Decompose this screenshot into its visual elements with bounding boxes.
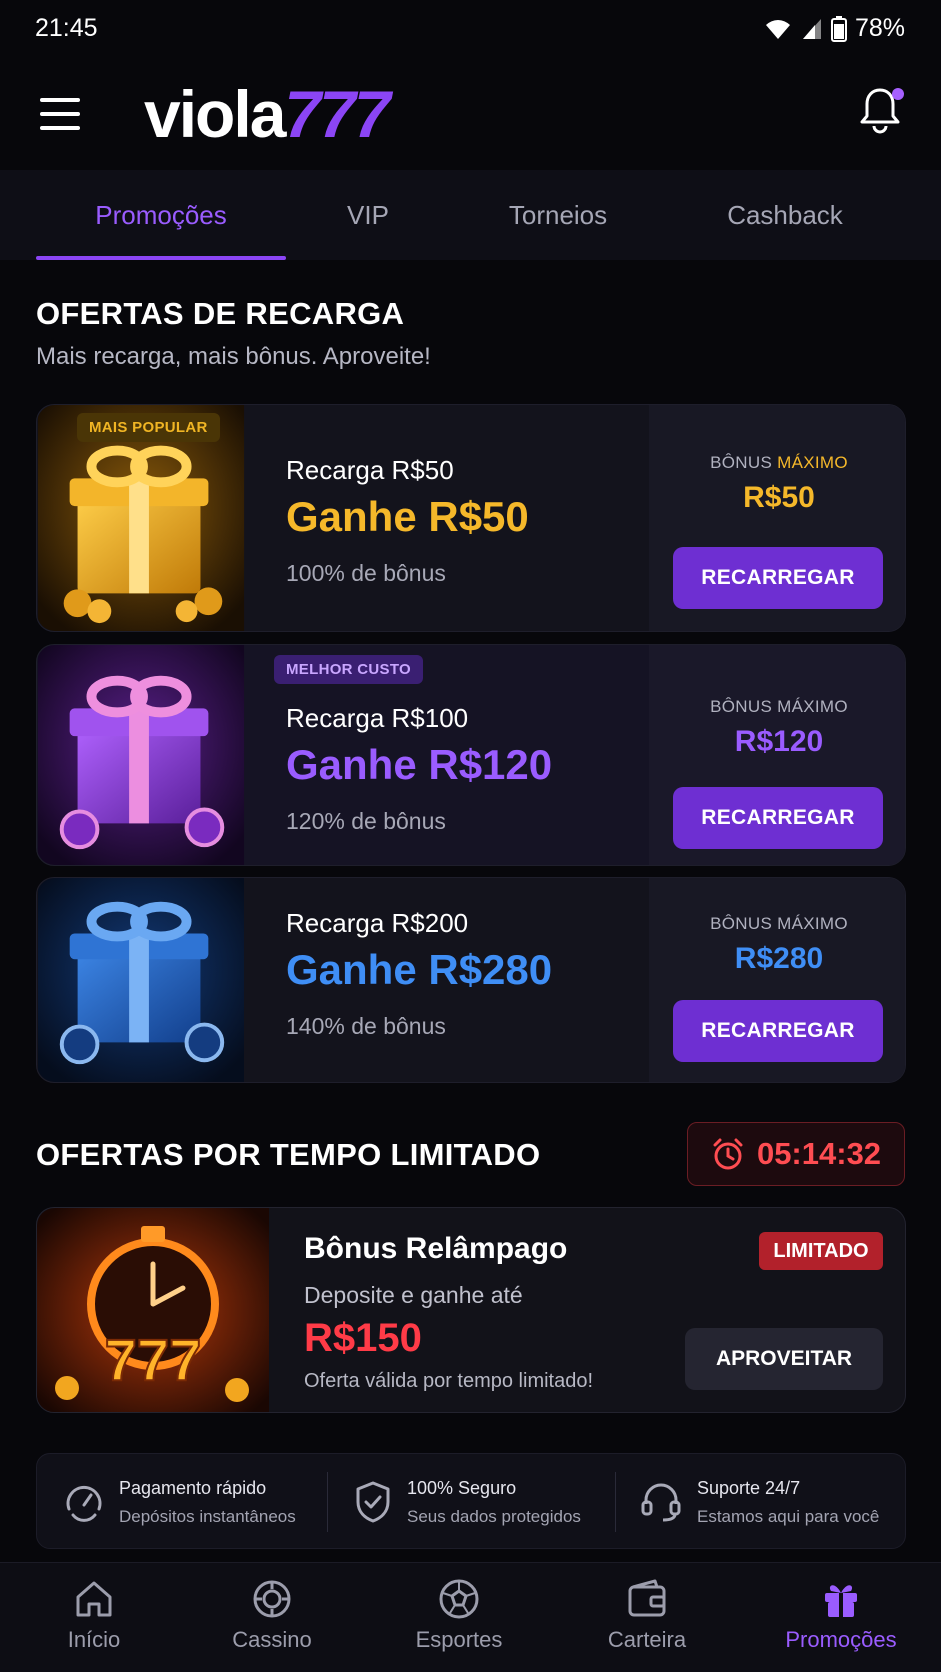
- nav-casino[interactable]: Cassino: [178, 1563, 366, 1672]
- blue-gift-icon: [38, 878, 244, 1082]
- flash-bonus-amount: R$150: [304, 1316, 422, 1360]
- logo-number: 777: [284, 77, 390, 151]
- shield-icon: [356, 1481, 390, 1523]
- stopwatch-icon: 777: [37, 1208, 269, 1412]
- bonus-percent: 120% de bônus: [286, 808, 446, 834]
- logo-text: viola: [144, 77, 286, 151]
- headset-icon: [641, 1483, 681, 1522]
- gain-amount: Ganhe R$50: [286, 493, 529, 540]
- features-strip: Pagamento rápido Depósitos instantâneos …: [36, 1453, 906, 1549]
- soccer-ball-icon: [439, 1579, 479, 1619]
- feature-desc: Depósitos instantâneos: [119, 1506, 296, 1526]
- alarm-clock-icon: [713, 1138, 743, 1170]
- feature-title: 100% Seguro: [407, 1477, 517, 1498]
- bonus-percent: 100% de bônus: [286, 560, 446, 586]
- recharge-section-title: OFERTAS DE RECARGA: [36, 296, 405, 331]
- purple-gift-icon: [37, 645, 245, 865]
- bottom-navigation: Início Cassino Esportes Carteira Promoçõ…: [0, 1562, 941, 1672]
- tab-torneios[interactable]: Torneios: [470, 170, 646, 260]
- notification-dot: [892, 88, 904, 100]
- casino-chip-icon: [253, 1580, 291, 1618]
- divider: [615, 1472, 616, 1532]
- tab-promocoes[interactable]: Promoções: [36, 170, 286, 260]
- recharge-amount: Recarga R$200: [286, 908, 469, 938]
- flash-bonus-subtitle: Deposite e ganhe até: [304, 1282, 523, 1308]
- menu-button[interactable]: [38, 94, 82, 134]
- notifications-button[interactable]: [858, 86, 906, 138]
- battery-level: 78%: [854, 14, 905, 42]
- claim-button[interactable]: APROVEITAR: [685, 1328, 883, 1390]
- feature-desc: Seus dados protegidos: [407, 1506, 581, 1526]
- nav-label: Cassino: [232, 1627, 312, 1652]
- status-bar: 21:45 78%: [0, 0, 941, 58]
- flash-bonus-title: Bônus Relâmpago: [304, 1232, 568, 1265]
- stopwatch-777-image: 777: [37, 1208, 269, 1412]
- badge-most-popular: MAIS POPULAR: [77, 413, 220, 442]
- bonus-max-value: R$120: [734, 725, 824, 758]
- battery-icon: [830, 15, 847, 42]
- home-icon: [76, 1581, 112, 1617]
- bonus-max-value: R$50: [743, 481, 815, 514]
- active-tab-indicator: [36, 256, 286, 260]
- bonus-max-label: BÔNUS MÁXIMO: [710, 914, 848, 933]
- nav-sports[interactable]: Esportes: [365, 1563, 553, 1672]
- bonus-label: BÔNUS: [710, 453, 773, 472]
- bonus-percent: 140% de bônus: [286, 1013, 446, 1039]
- flash-bonus-note: Oferta válida por tempo limitado!: [304, 1370, 594, 1392]
- nav-label: Início: [67, 1627, 121, 1652]
- tab-bar: Promoções VIP Torneios Cashback: [0, 170, 941, 260]
- nav-home[interactable]: Início: [0, 1563, 188, 1672]
- recharge-amount: Recarga R$50: [286, 455, 454, 485]
- wifi-icon: [765, 19, 790, 39]
- recharge-button-50[interactable]: RECARREGAR: [673, 547, 883, 609]
- tab-cashback[interactable]: Cashback: [690, 170, 880, 260]
- limited-badge: LIMITADO: [759, 1232, 883, 1270]
- timer-value: 05:14:32: [756, 1136, 882, 1171]
- blue-gift-image: [37, 878, 245, 1082]
- offer-card-50: MAIS POPULAR Recarga R$50 Ganhe R$50 100…: [36, 404, 906, 632]
- gain-amount: Ganhe R$280: [286, 946, 553, 993]
- hamburger-icon: [40, 98, 80, 102]
- feature-title: Pagamento rápido: [119, 1477, 267, 1498]
- app-header: viola777: [0, 58, 941, 170]
- recharge-button-200[interactable]: RECARREGAR: [673, 1000, 883, 1062]
- offer-card-100: MELHOR CUSTO Recarga R$100 Ganhe R$120 1…: [36, 644, 906, 866]
- bonus-max-value: R$280: [734, 942, 824, 975]
- tab-vip[interactable]: VIP: [300, 170, 436, 260]
- purple-gift-image: [37, 645, 245, 865]
- feature-desc: Estamos aqui para você: [697, 1506, 880, 1526]
- feature-support: Suporte 24/7 Estamos aqui para você: [639, 1454, 879, 1550]
- bonus-max-label: BÔNUS MÁXIMO: [651, 453, 905, 473]
- divider: [327, 1472, 328, 1532]
- feature-security: 100% Seguro Seus dados protegidos: [353, 1454, 581, 1550]
- status-time: 21:45: [35, 14, 98, 42]
- hamburger-line: [40, 112, 80, 116]
- recharge-button-100[interactable]: RECARREGAR: [673, 787, 883, 849]
- recharge-amount: Recarga R$100: [286, 703, 469, 733]
- badge-best-value: MELHOR CUSTO: [274, 655, 423, 684]
- flash-bonus-card: 777 Bônus Relâmpago Deposite e ganhe até…: [36, 1207, 906, 1413]
- logo[interactable]: viola777: [144, 76, 391, 152]
- hamburger-line: [40, 126, 80, 130]
- limited-section-title: OFERTAS POR TEMPO LIMITADO: [36, 1137, 541, 1172]
- offer-card-200: Recarga R$200 Ganhe R$280 140% de bônus …: [36, 877, 906, 1083]
- bonus-max-label: BÔNUS MÁXIMO: [710, 697, 848, 716]
- nav-promotions[interactable]: Promoções: [747, 1563, 935, 1672]
- recharge-section-subtitle: Mais recarga, mais bônus. Aproveite!: [36, 343, 431, 370]
- speedometer-icon: [66, 1486, 102, 1522]
- nav-label: Esportes: [415, 1627, 503, 1652]
- nav-label: Carteira: [607, 1627, 687, 1652]
- feature-fast-payment: Pagamento rápido Depósitos instantâneos: [63, 1454, 296, 1550]
- gift-icon: [825, 1585, 857, 1617]
- gain-amount: Ganhe R$120: [286, 741, 553, 788]
- signal-icon: [802, 18, 821, 39]
- wallet-icon: [628, 1579, 666, 1617]
- countdown-timer: 05:14:32: [687, 1122, 905, 1186]
- svg-text:777: 777: [105, 1328, 202, 1393]
- nav-wallet[interactable]: Carteira: [553, 1563, 741, 1672]
- status-icons: 78%: [763, 14, 905, 43]
- feature-title: Suporte 24/7: [697, 1477, 801, 1498]
- nav-label: Promoções: [785, 1627, 897, 1652]
- max-label: MÁXIMO: [777, 453, 848, 472]
